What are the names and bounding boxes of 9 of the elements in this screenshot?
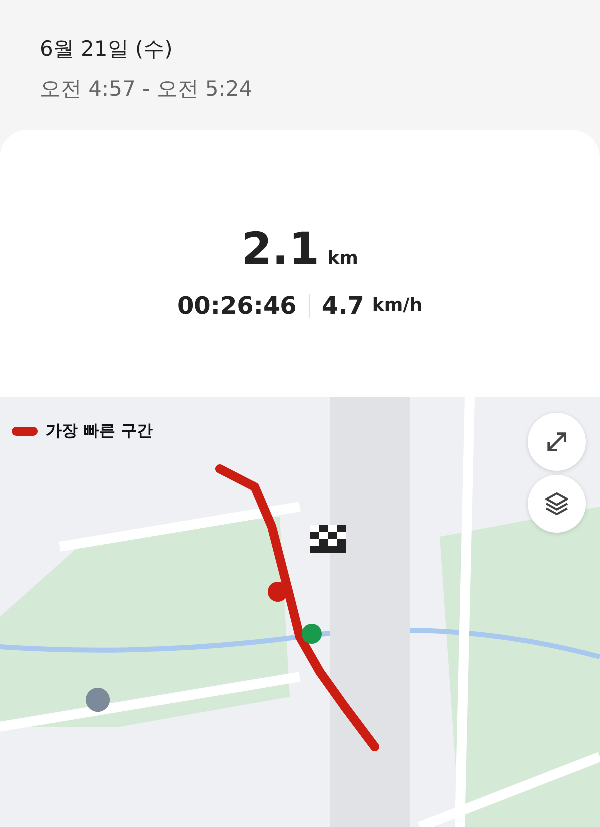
speed-value: 4.7 [322, 290, 364, 322]
legend-label: 가장 빠른 구간 [46, 420, 154, 442]
date-text: 6월 21일 (수) [40, 36, 174, 63]
distance-value: 2.1 [242, 228, 320, 272]
layers-icon [543, 490, 571, 518]
time-range-text: 오전 4:57 - 오전 5:24 [40, 76, 254, 102]
distance-unit: km [328, 246, 358, 270]
duration-value: 00:26:46 [177, 290, 297, 322]
speed-unit: km/h [372, 294, 423, 318]
